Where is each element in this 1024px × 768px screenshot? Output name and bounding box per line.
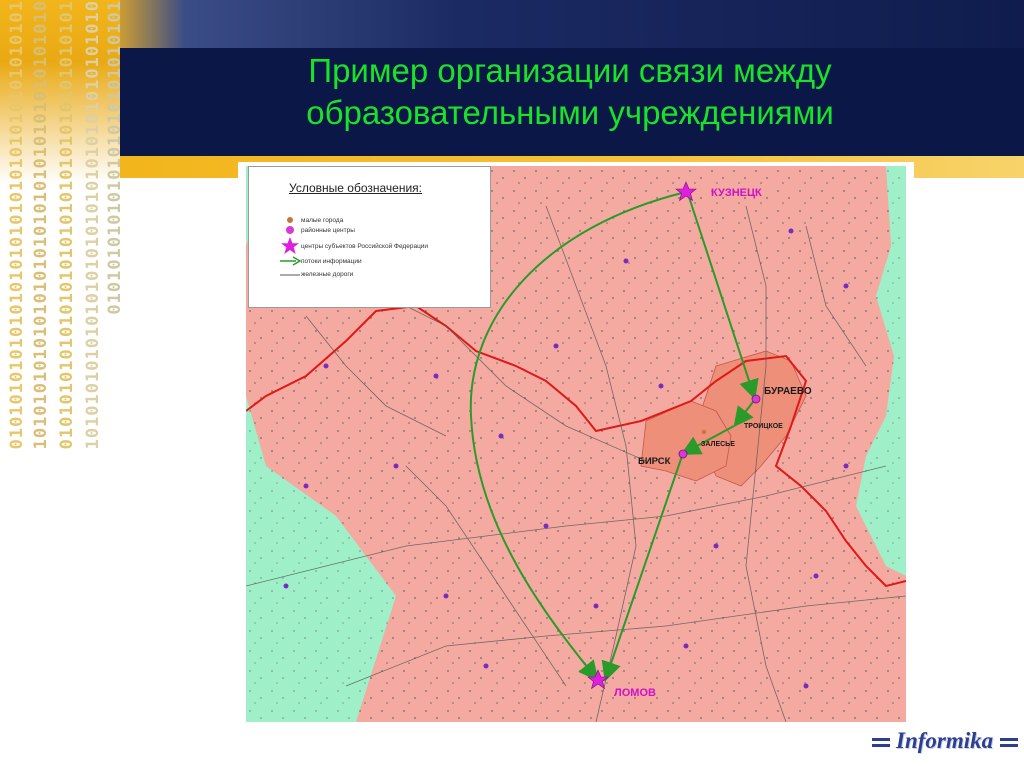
legend-item-district-centers: районные центры <box>279 225 355 235</box>
map-legend: Условные обозначения: малые города район… <box>248 166 491 308</box>
district-center-dot-icon <box>279 225 301 235</box>
city-label-birsk: БИРСК <box>638 456 671 467</box>
header-top-band <box>0 0 1024 48</box>
zalesye-marker <box>701 429 707 435</box>
legend-item-information-flows: потоки информации <box>279 256 362 266</box>
legend-item-railways: железные дороги <box>279 271 353 278</box>
railway-line-icon <box>279 272 301 278</box>
title-line-1: Пример организации связи между <box>308 52 832 89</box>
city-label-buraevo: БУРАЕВО <box>764 386 812 397</box>
page-title: Пример организации связи между образоват… <box>200 50 940 134</box>
city-label-troitskoe: ТРОИЦКОЕ <box>744 423 783 430</box>
legend-item-region-centers: центры субъектов Российской Федерации <box>279 236 428 256</box>
logo-text: Informika <box>896 728 994 753</box>
buraevo-marker <box>751 394 761 404</box>
title-line-2: образовательными учреждениями <box>306 94 834 131</box>
small-town-dot-icon <box>279 216 301 224</box>
arrow-icon <box>279 256 301 266</box>
city-label-kuznetsk: КУЗНЕЦК <box>711 187 762 199</box>
star-icon <box>279 236 301 256</box>
city-label-lomov: ЛОМОВ <box>614 687 656 699</box>
legend-heading: Условные обозначения: <box>289 181 422 195</box>
birsk-marker <box>678 449 688 459</box>
legend-item-small-towns: малые города <box>279 216 343 224</box>
city-label-zalesye: ЗАЛЕСЬЕ <box>701 441 735 448</box>
informika-logo: Informika <box>872 728 1022 756</box>
binary-decoration: 0101010101010101010101010101010101010101… <box>0 0 120 768</box>
